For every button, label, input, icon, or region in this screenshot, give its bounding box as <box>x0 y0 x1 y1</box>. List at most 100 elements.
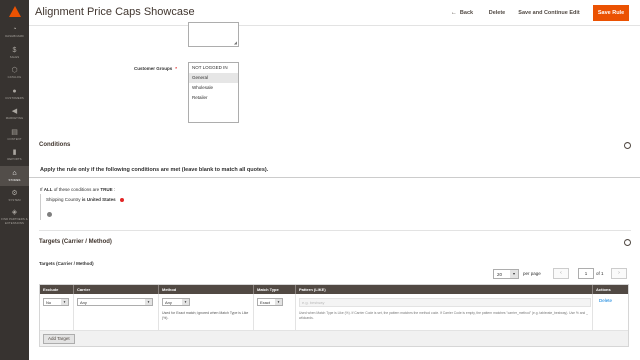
save-and-continue-button[interactable]: Save and Continue Edit <box>517 5 581 21</box>
chevron-down-icon: ▾ <box>61 299 68 305</box>
aggregator-select[interactable]: ALL <box>44 187 53 192</box>
arrow-left-icon: ← <box>450 10 457 16</box>
customer-groups-label-text: Customer Groups <box>134 66 173 71</box>
if-text: If <box>40 187 43 192</box>
sidebar-item-label: Marketing <box>5 116 24 121</box>
chevron-down-icon: ▾ <box>510 270 518 278</box>
sidebar-item-system[interactable]: ⚙ System <box>0 186 29 207</box>
page-input[interactable]: 1 <box>578 268 594 279</box>
sidebar-nav: ◔ Dashboard $ Sales ⬡ Catalog ● Customers ◀ Marke… <box>0 22 29 227</box>
page-header: Alignment Price Caps Showcase ← Back Dele… <box>29 0 640 26</box>
col-exclude: Exclude <box>40 285 74 294</box>
sidebar-item-label: Customers <box>5 95 24 100</box>
condition-attribute: Shipping Country <box>46 197 81 202</box>
customer-group-option[interactable]: Wholesale <box>189 83 238 93</box>
delete-button[interactable]: Delete <box>485 5 509 21</box>
back-button[interactable]: ← Back <box>448 5 476 21</box>
sidebar-item-dashboard[interactable]: ◔ Dashboard <box>0 22 29 43</box>
collapse-icon[interactable]: ⌃ <box>624 238 631 246</box>
collapse-icon[interactable]: ⌃ <box>624 141 631 149</box>
condition-operator[interactable]: is <box>82 197 86 202</box>
next-page-button[interactable]: › <box>611 268 627 279</box>
delete-row-link[interactable]: Delete <box>599 298 612 303</box>
prev-page-button[interactable]: ‹ <box>553 268 569 279</box>
page-count: of 1 <box>596 271 604 276</box>
sidebar-item-reports[interactable]: ▮ Reports <box>0 145 29 166</box>
sidebar-item-stores[interactable]: ⌂ Stores <box>0 165 29 186</box>
value-select[interactable]: TRUE <box>100 187 112 192</box>
sidebar-item-label: Sales <box>9 54 20 59</box>
dollar-icon: $ <box>12 46 17 54</box>
sidebar-item-content[interactable]: ▤ Content <box>0 125 29 146</box>
targets-grid: Exclude Carrier Method Match Type Patter… <box>39 284 629 347</box>
condition-value[interactable]: United States <box>87 197 116 202</box>
customer-group-option[interactable]: Retailer <box>189 93 238 103</box>
chevron-down-icon: ▾ <box>275 299 282 305</box>
magento-logo[interactable] <box>0 0 29 22</box>
section-divider <box>39 230 631 231</box>
per-page-select[interactable]: 20 ▾ <box>493 269 519 279</box>
method-help-text: Used for Exact match; ignored when Match… <box>162 311 249 320</box>
cell-match-type: Exact ▾ <box>254 294 296 330</box>
sidebar-item-label: Reports <box>7 157 22 162</box>
grid-footer: Add Target <box>40 330 628 346</box>
col-match-type: Match Type <box>254 285 296 294</box>
exclude-value: No <box>46 299 52 305</box>
sidebar-item-catalog[interactable]: ⬡ Catalog <box>0 63 29 84</box>
description-textarea[interactable]: ◢ <box>188 22 239 47</box>
col-method: Method <box>159 285 254 294</box>
sidebar-item-label: System <box>8 198 21 203</box>
targets-section-header[interactable]: Targets (Carrier / Method) ⌃ <box>39 233 631 251</box>
method-select[interactable]: Any ▾ <box>162 298 190 306</box>
customer-group-option[interactable]: NOT LOGGED IN <box>189 63 238 73</box>
sidebar-item-label: Find Partners & Extensions <box>1 216 28 225</box>
table-row: No ▾ Any ▾ Any ▾ Used for Exact match; igno… <box>40 294 628 330</box>
cubes-icon: ◈ <box>11 208 18 216</box>
cell-method: Any ▾ Used for Exact match; ignored when … <box>159 294 254 330</box>
layout-icon: ▤ <box>11 128 18 136</box>
cell-pattern: e.g. bestway Used when Match Type is Lik… <box>296 294 593 330</box>
exclude-select[interactable]: No ▾ <box>43 298 69 306</box>
col-actions: Actions <box>596 287 611 292</box>
method-value: Any <box>165 299 172 305</box>
per-page-label: per page <box>523 271 541 276</box>
add-target-button[interactable]: Add Target <box>43 334 75 344</box>
sidebar-item-find-partners-extensions[interactable]: ◈ Find Partners & Extensions <box>0 207 29 228</box>
pattern-help-text: Used when Match Type is Like (%). If Car… <box>299 311 588 320</box>
carrier-value: Any <box>80 299 87 305</box>
resize-handle-icon[interactable]: ◢ <box>234 40 237 45</box>
cube-icon: ⬡ <box>11 67 18 75</box>
col-pattern: Pattern (LIKE) <box>296 285 593 294</box>
sidebar-item-customers[interactable]: ● Customers <box>0 84 29 105</box>
carrier-select[interactable]: Any ▾ <box>77 298 153 306</box>
condition-item: Shipping Country is United States <box>46 197 124 202</box>
sidebar-item-label: Content <box>7 136 22 141</box>
admin-sidebar: ◔ Dashboard $ Sales ⬡ Catalog ● Customers ◀ Marke… <box>0 0 29 360</box>
sidebar-item-label: Stores <box>8 177 21 182</box>
targets-subtitle: Targets (Carrier / Method) <box>39 261 94 266</box>
match-type-value: Exact <box>260 299 271 305</box>
cell-actions: Delete <box>593 294 628 330</box>
store-icon: ⌂ <box>12 169 17 177</box>
sidebar-item-sales[interactable]: $ Sales <box>0 43 29 64</box>
customer-groups-multiselect[interactable]: NOT LOGGED IN General Wholesale Retailer <box>188 62 239 123</box>
targets-title: Targets (Carrier / Method) <box>39 239 112 245</box>
add-condition-icon[interactable] <box>47 212 52 217</box>
person-icon: ● <box>12 87 17 95</box>
conditions-title: Conditions <box>39 142 71 148</box>
pattern-input[interactable]: e.g. bestway <box>299 298 591 307</box>
sidebar-item-marketing[interactable]: ◀ Marketing <box>0 104 29 125</box>
customer-groups-label: Customer Groups * <box>134 66 177 71</box>
remove-condition-icon[interactable] <box>119 197 124 202</box>
sidebar-item-label: Dashboard <box>5 34 24 39</box>
grid-header: Exclude Carrier Method Match Type Patter… <box>40 285 628 294</box>
conditions-section-header[interactable]: Conditions ⌃ <box>39 136 631 154</box>
cell-exclude: No ▾ <box>40 294 74 330</box>
customer-group-option[interactable]: General <box>189 73 238 83</box>
match-type-select[interactable]: Exact ▾ <box>257 298 283 306</box>
condition-tree: Shipping Country is United States <box>40 194 160 220</box>
per-page-value: 20 <box>497 271 503 277</box>
save-rule-button[interactable]: Save Rule <box>593 5 629 21</box>
chevron-down-icon: ▾ <box>182 299 189 305</box>
required-marker: * <box>175 66 178 71</box>
